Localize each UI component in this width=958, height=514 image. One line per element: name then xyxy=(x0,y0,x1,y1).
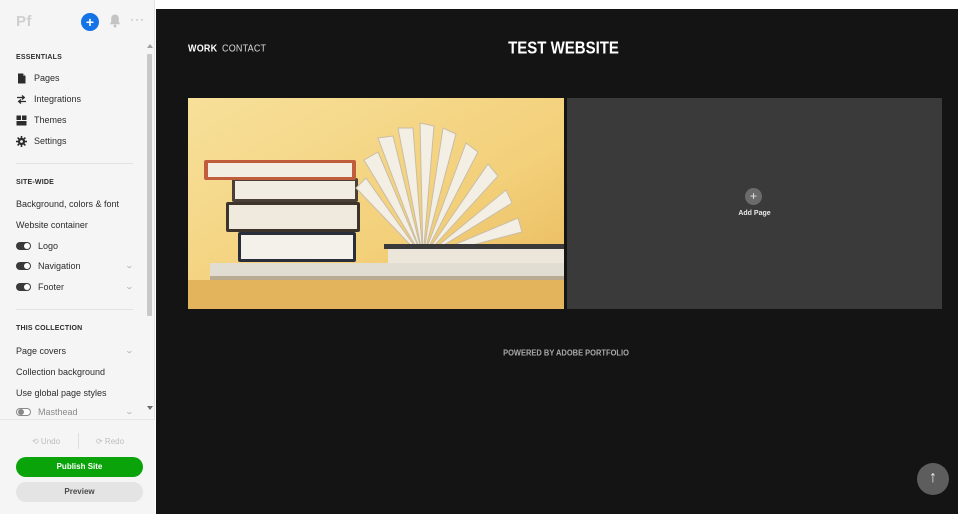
sidebar-item-label: Themes xyxy=(34,115,67,125)
sidebar-item-label: Background, colors & font xyxy=(16,199,120,209)
sidebar-scrollbar[interactable] xyxy=(146,42,153,415)
scrollbar-thumb[interactable] xyxy=(147,54,152,316)
sidebar-item-label: Website container xyxy=(16,220,88,230)
footer-powered-by[interactable]: POWERED BY ADOBE PORTFOLIO xyxy=(456,347,676,357)
scroll-down-arrow-icon[interactable] xyxy=(147,406,153,410)
sidebar-item-logo[interactable]: Logo xyxy=(16,238,58,254)
sidebar-item-integrations[interactable]: Integrations xyxy=(16,91,81,107)
sidebar-item-background[interactable]: Background, colors & font xyxy=(16,196,119,212)
add-content-button[interactable]: + xyxy=(81,13,99,31)
sidebar-item-collection-background[interactable]: Collection background xyxy=(16,364,105,380)
sidebar-item-label: Navigation xyxy=(38,261,81,271)
nav-link-contact[interactable]: CONTACT xyxy=(222,43,266,54)
sidebar-item-label: Use global page styles xyxy=(16,388,107,398)
editor-sidebar: Pf + ··· ESSENTIALS Pages Integrations T… xyxy=(0,0,155,514)
sidebar-item-label: Page covers xyxy=(16,346,67,356)
sidebar-topbar: Pf + ··· xyxy=(0,0,155,40)
page-icon xyxy=(16,73,27,84)
sidebar-item-label: Pages xyxy=(34,73,60,83)
preview-button[interactable]: Preview xyxy=(16,482,143,502)
sidebar-item-website-container[interactable]: Website container xyxy=(16,217,88,233)
project-cover-image[interactable] xyxy=(188,98,564,309)
sidebar-item-label: Collection background xyxy=(16,367,106,377)
add-page-plus-icon[interactable]: + xyxy=(745,188,762,205)
bell-icon[interactable] xyxy=(108,13,122,29)
sidebar-actions: ⟲ Undo ⟳ Redo Publish Site Preview xyxy=(0,419,155,514)
sidebar-item-label: Footer xyxy=(38,282,65,292)
nav-link-work[interactable]: WORK xyxy=(188,43,217,54)
books-photo xyxy=(188,98,564,309)
gear-icon xyxy=(16,135,27,147)
add-page-tile[interactable]: + Add Page xyxy=(567,98,942,309)
publish-site-button[interactable]: Publish Site xyxy=(16,457,143,477)
undo-button[interactable]: ⟲ Undo xyxy=(32,437,60,446)
section-site-wide-title: SITE-WIDE xyxy=(16,179,54,186)
back-to-top-button[interactable]: ↑ xyxy=(917,463,949,495)
logo-toggle[interactable] xyxy=(16,242,31,250)
navigation-toggle[interactable] xyxy=(16,262,31,270)
footer-toggle[interactable] xyxy=(16,283,31,291)
sidebar-item-label: Masthead xyxy=(38,407,78,417)
sidebar-item-themes[interactable]: Themes xyxy=(16,112,67,128)
undo-redo-divider xyxy=(78,433,79,449)
sidebar-item-label: Integrations xyxy=(34,94,82,104)
chevron-down-icon[interactable]: ⌄ xyxy=(125,407,134,416)
portfolio-logo: Pf xyxy=(16,13,32,30)
sidebar-item-label: Settings xyxy=(34,136,67,146)
sidebar-item-label: Logo xyxy=(38,241,59,251)
site-title[interactable]: TEST WEBSITE xyxy=(486,39,641,59)
sidebar-menu: ESSENTIALS Pages Integrations Themes Set… xyxy=(0,42,155,417)
integrations-icon xyxy=(16,94,27,105)
sidebar-item-page-covers[interactable]: Page covers xyxy=(16,343,66,359)
bell-icon-glyph xyxy=(109,14,121,28)
themes-icon xyxy=(16,115,27,126)
add-page-label: Add Page xyxy=(738,210,771,217)
chevron-down-icon[interactable]: ⌄ xyxy=(125,282,134,291)
masthead-toggle[interactable] xyxy=(16,408,31,416)
sidebar-item-footer[interactable]: Footer xyxy=(16,279,64,295)
sidebar-item-navigation[interactable]: Navigation xyxy=(16,258,141,274)
section-divider xyxy=(16,309,133,310)
more-options-icon[interactable]: ··· xyxy=(130,12,145,26)
sidebar-item-pages[interactable]: Pages xyxy=(16,70,60,86)
sidebar-item-settings[interactable]: Settings xyxy=(16,133,67,149)
sidebar-item-global-page-styles[interactable]: Use global page styles xyxy=(16,385,107,401)
sidebar-item-masthead[interactable]: Masthead xyxy=(16,404,78,417)
chevron-down-icon[interactable]: ⌄ xyxy=(125,261,134,270)
chevron-down-icon[interactable]: ⌄ xyxy=(125,346,134,355)
scroll-up-arrow-icon[interactable] xyxy=(147,44,153,48)
section-divider xyxy=(16,163,133,164)
site-preview: WORK CONTACT TEST WEBSITE + Add Page POW… xyxy=(156,9,958,514)
section-essentials-title: ESSENTIALS xyxy=(16,54,62,61)
section-collection-title: THIS COLLECTION xyxy=(16,325,83,332)
redo-button[interactable]: ⟳ Redo xyxy=(96,437,124,446)
